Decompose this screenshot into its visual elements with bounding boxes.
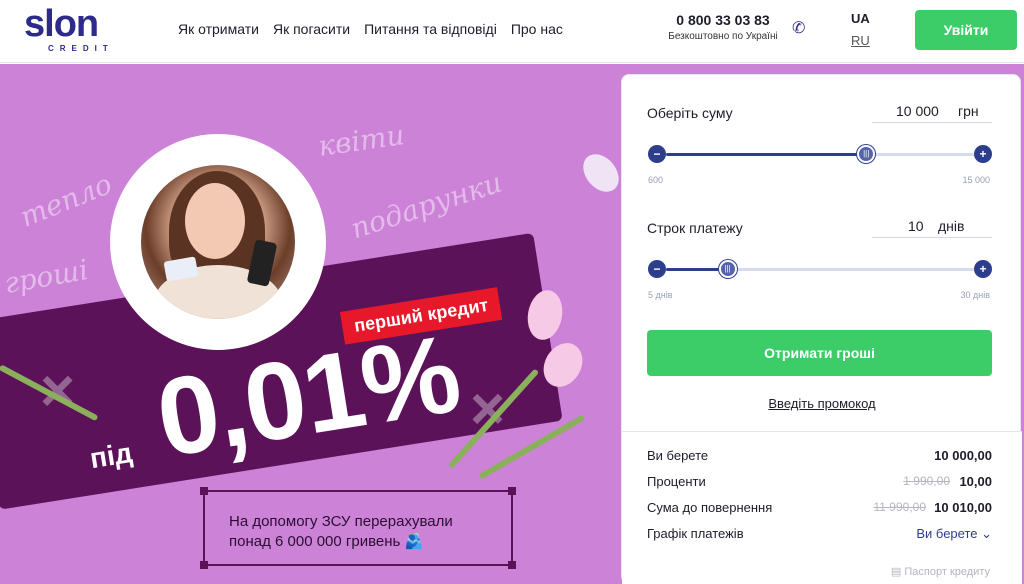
schedule-dropdown[interactable]: Ви берете ⌄: [916, 526, 992, 542]
term-max: 30 днів: [960, 290, 990, 300]
nav-how-to-repay[interactable]: Як погасити: [273, 21, 350, 37]
logo[interactable]: slon CREDIT: [24, 4, 136, 54]
lang-ru[interactable]: RU: [851, 33, 870, 48]
loan-calculator: Оберіть суму 10 000 грн − ||| + 600 15 0…: [621, 74, 1022, 584]
get-money-button[interactable]: Отримати гроші: [647, 330, 992, 376]
term-plus-button[interactable]: +: [974, 260, 992, 278]
decor-word-gifts: подарунки: [346, 165, 506, 246]
nav-faq[interactable]: Питання та відповіді: [364, 21, 497, 37]
login-button[interactable]: Увійти: [915, 10, 1017, 50]
amount-max: 15 000: [962, 175, 990, 185]
amount-slider-track[interactable]: [666, 153, 974, 156]
loan-summary: Ви берете 10 000,00 Проценти 1 990,00 10…: [622, 431, 1022, 584]
money-icon: 🫂: [404, 533, 424, 550]
summary-row-interest: Проценти 1 990,00 10,00: [647, 474, 992, 489]
decor-word-money: гроші: [1, 252, 91, 301]
amount-label: Оберіть суму: [647, 105, 733, 121]
credit-passport-link[interactable]: ▤ Паспорт кредиту: [891, 565, 990, 578]
donation-line-1: На допомогу ЗСУ перерахували: [229, 513, 453, 530]
donation-box: На допомогу ЗСУ перерахували понад 6 000…: [200, 487, 516, 569]
term-label: Строк платежу: [647, 220, 743, 236]
woman-photo: [141, 165, 295, 319]
amount-unit: грн: [958, 103, 979, 119]
petal-decor: [576, 147, 626, 199]
promo-code-link[interactable]: Введіть промокод: [622, 396, 1022, 411]
amount-plus-button[interactable]: +: [974, 145, 992, 163]
summary-row-schedule: Графік платежів Ви берете ⌄: [647, 526, 992, 542]
amount-minus-button[interactable]: −: [648, 145, 666, 163]
term-unit: днів: [938, 218, 965, 234]
amount-slider-fill: [666, 153, 867, 156]
term-input[interactable]: 10 днів: [872, 212, 992, 238]
main-nav: Як отримати Як погасити Питання та відпо…: [178, 21, 563, 37]
decor-word-flowers: квіти: [316, 118, 407, 163]
lang-ua[interactable]: UA: [851, 11, 870, 26]
document-icon: ▤: [890, 566, 902, 578]
summary-row-take: Ви берете 10 000,00: [647, 448, 992, 463]
term-slider-track[interactable]: [666, 268, 974, 271]
term-minus-button[interactable]: −: [648, 260, 666, 278]
donation-line-2: понад 6 000 000 гривень 🫂: [229, 533, 424, 550]
logo-text: slon: [24, 3, 99, 45]
rate-prefix: під: [87, 436, 135, 475]
phone-icon[interactable]: ✆: [792, 18, 805, 38]
summary-row-return: Сума до повернення 11 990,00 10 010,00: [647, 500, 992, 515]
phone-block[interactable]: 0 800 33 03 83 Безкоштовно по Україні: [658, 12, 788, 42]
decor-word-warmth: тепло: [15, 167, 117, 234]
logo-subtext: CREDIT: [48, 44, 114, 53]
term-min: 5 днів: [648, 290, 673, 300]
amount-input[interactable]: 10 000 грн: [872, 97, 992, 123]
site-header: slon CREDIT Як отримати Як погасити Пита…: [0, 0, 1024, 63]
amount-min: 600: [648, 175, 664, 185]
nav-about[interactable]: Про нас: [511, 21, 563, 37]
phone-caption: Безкоштовно по Україні: [668, 31, 778, 42]
nav-how-to-get[interactable]: Як отримати: [178, 21, 259, 37]
term-slider-handle[interactable]: |||: [718, 260, 737, 278]
phone-number[interactable]: 0 800 33 03 83: [658, 12, 788, 28]
amount-slider-handle[interactable]: |||: [857, 145, 876, 163]
